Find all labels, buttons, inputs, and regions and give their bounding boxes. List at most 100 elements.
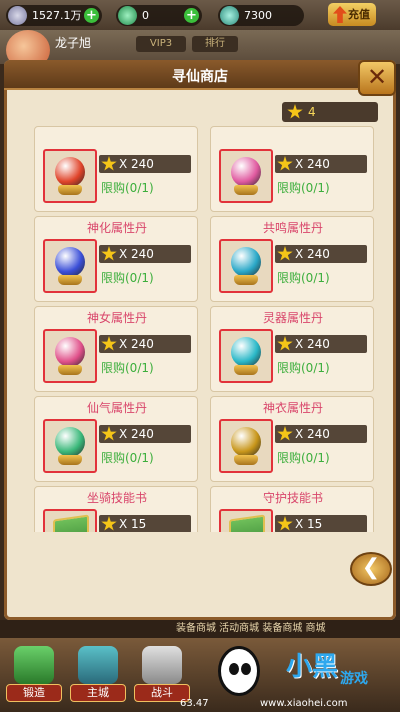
item-thumbnail[interactable]	[219, 329, 273, 383]
jade-value: 0	[142, 9, 149, 22]
item-thumbnail[interactable]	[219, 419, 273, 473]
item-name: 坐骑技能书	[86, 491, 147, 505]
item-limit: 限购(0/1)	[277, 181, 330, 195]
sword-icon	[142, 646, 182, 684]
item-name: 共鸣属性丹	[262, 221, 323, 235]
dock-forge-button[interactable]: 锻造	[6, 644, 62, 704]
item-limit: 限购(0/1)	[101, 451, 154, 465]
star-icon	[101, 336, 117, 351]
item-price: X 240	[275, 335, 367, 353]
item-price-value: X 240	[119, 427, 154, 441]
orb-icon	[231, 337, 261, 367]
item-thumbnail[interactable]	[219, 239, 273, 293]
stand-icon	[58, 455, 82, 465]
item-thumbnail[interactable]	[43, 329, 97, 383]
recharge-label: 充值	[348, 8, 370, 21]
item-limit: 限购(0/1)	[101, 361, 154, 375]
gold-icon	[220, 6, 239, 25]
item-thumbnail[interactable]	[43, 419, 97, 473]
back-button[interactable]: ❮	[350, 552, 392, 586]
silver-icon	[8, 6, 27, 25]
shop-title-bar: 寻仙商店	[4, 60, 396, 90]
item-price: X 15	[99, 515, 191, 532]
shop-item-card[interactable]: 神衣属性丹 X 240 限购(0/1)	[210, 396, 374, 482]
orb-icon	[55, 247, 85, 277]
city-icon	[78, 646, 118, 684]
panda-icon	[218, 646, 260, 696]
item-price: X 240	[99, 245, 191, 263]
add-jade-button[interactable]: +	[184, 8, 199, 23]
star-icon	[101, 246, 117, 261]
item-limit: 限购(0/1)	[277, 271, 330, 285]
arrow-up-icon	[333, 6, 347, 23]
orb-icon	[55, 337, 85, 367]
item-price: X 240	[99, 425, 191, 443]
item-price-value: X 240	[119, 337, 154, 351]
orb-icon	[55, 157, 85, 187]
item-name: 神化属性丹	[86, 221, 147, 235]
silver-counter: 1527.1万 +	[6, 5, 102, 26]
stand-icon	[58, 185, 82, 195]
shop-item-card[interactable]: 灵器属性丹 X 240 限购(0/1)	[210, 306, 374, 392]
shop-item-card[interactable]: X 240 限购(0/1)	[34, 126, 198, 212]
shop-item-card[interactable]: 仙气属性丹 X 240 限购(0/1)	[34, 396, 198, 482]
currency-display: 4	[282, 102, 378, 122]
jade-icon	[118, 6, 137, 25]
star-icon	[101, 426, 117, 441]
stand-icon	[234, 185, 258, 195]
item-thumbnail[interactable]	[219, 149, 273, 203]
item-price: X 240	[99, 155, 191, 173]
star-icon	[101, 156, 117, 171]
rank-button[interactable]: 排行	[192, 36, 238, 52]
dock-battle-button[interactable]: 战斗	[134, 644, 190, 704]
item-thumbnail[interactable]	[43, 239, 97, 293]
close-button[interactable]: ✕	[358, 60, 396, 96]
logo-text: 小黑	[286, 652, 339, 682]
shop-item-card[interactable]: 神化属性丹 X 240 限购(0/1)	[34, 216, 198, 302]
item-price-value: X 15	[119, 517, 147, 531]
item-price-value: X 240	[295, 247, 330, 261]
shop-item-card[interactable]: 共鸣属性丹 X 240 限购(0/1)	[210, 216, 374, 302]
stand-icon	[234, 455, 258, 465]
dock-city-button[interactable]: 主城	[70, 644, 126, 704]
player-name: 龙子旭	[55, 36, 92, 50]
resource-bar: 1527.1万 + 0 + 7300 充值	[0, 0, 400, 30]
gold-value: 7300	[244, 9, 272, 22]
item-price: X 15	[275, 515, 367, 532]
news-ticker: 装备商城 活动商城 装备商城 商城	[0, 620, 400, 638]
star-icon	[277, 516, 293, 531]
shop-item-card[interactable]: X 240 限购(0/1)	[210, 126, 374, 212]
vip-badge[interactable]: VIP3	[136, 36, 186, 52]
item-price: X 240	[275, 245, 367, 263]
item-limit: 限购(0/1)	[101, 271, 154, 285]
item-thumbnail[interactable]	[219, 509, 273, 532]
recharge-button[interactable]: 充值	[328, 3, 376, 26]
orb-icon	[231, 427, 261, 457]
item-name: 神衣属性丹	[262, 401, 323, 415]
shop-item-card[interactable]: 神女属性丹 X 240 限购(0/1)	[34, 306, 198, 392]
silver-value: 1527.1万	[32, 9, 82, 22]
arrow-left-icon: ❮	[361, 555, 381, 580]
logo-url: www.xiaohei.com	[260, 698, 348, 709]
item-name: 守护技能书	[262, 491, 323, 505]
shop-item-card[interactable]: 守护技能书 X 15	[210, 486, 374, 532]
item-name: 仙气属性丹	[86, 401, 147, 415]
close-icon: ✕	[366, 63, 388, 91]
item-price-value: X 240	[295, 427, 330, 441]
item-price: X 240	[99, 335, 191, 353]
add-silver-button[interactable]: +	[84, 8, 99, 23]
item-thumbnail[interactable]	[43, 149, 97, 203]
item-price-value: X 240	[295, 337, 330, 351]
gold-counter: 7300	[218, 5, 304, 26]
shop-item-card[interactable]: 坐骑技能书 X 15	[34, 486, 198, 532]
item-thumbnail[interactable]	[43, 509, 97, 532]
item-limit: 限购(0/1)	[101, 181, 154, 195]
item-price-value: X 240	[295, 157, 330, 171]
fps-counter: 63.47	[180, 698, 209, 709]
star-icon	[287, 104, 303, 119]
forge-icon	[14, 646, 54, 684]
stand-icon	[234, 275, 258, 285]
item-name: 灵器属性丹	[262, 311, 323, 325]
shop-title: 寻仙商店	[172, 69, 228, 85]
item-price-value: X 240	[119, 157, 154, 171]
